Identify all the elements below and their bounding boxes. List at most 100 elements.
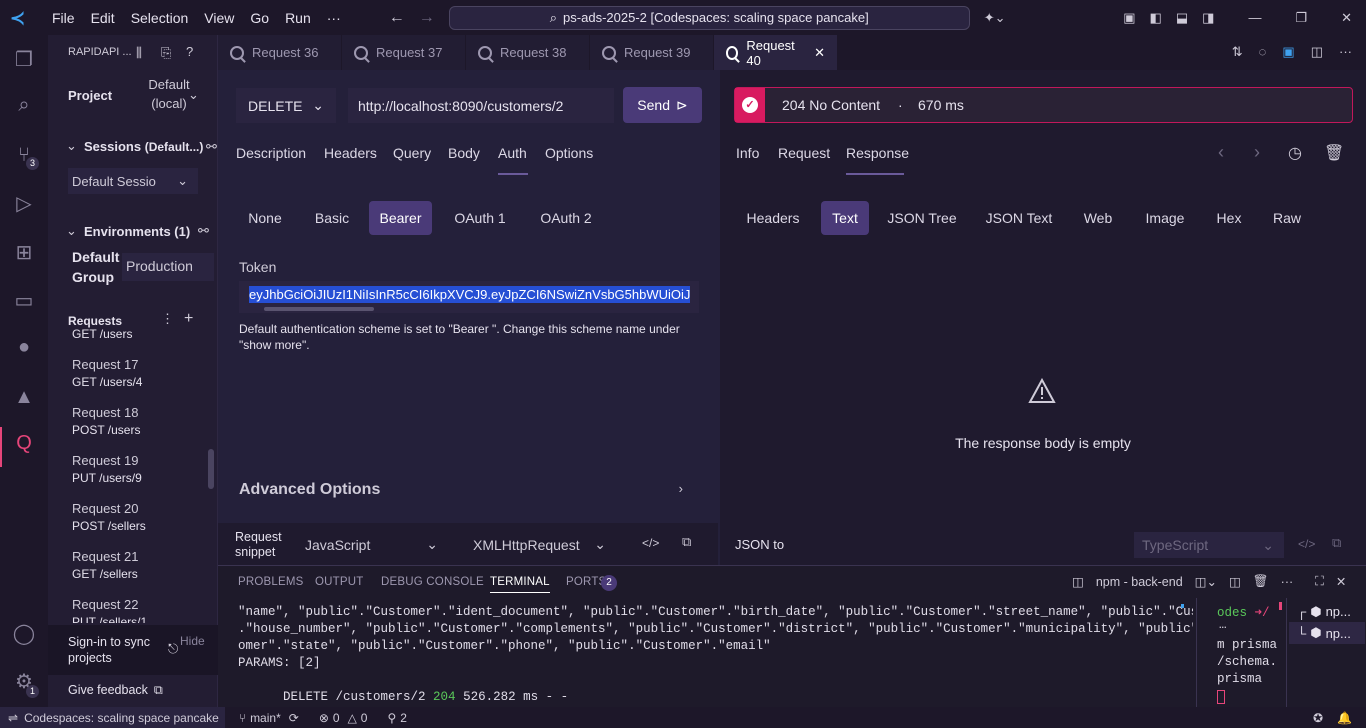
kill-terminal-icon[interactable]: 🗑 <box>1253 574 1269 589</box>
chevron-down-icon[interactable]: ⌄ <box>66 223 77 239</box>
method-select[interactable]: DELETE ⌄ <box>236 88 336 123</box>
view-json-tree[interactable]: JSON Tree <box>883 201 961 235</box>
split-editor-icon[interactable]: ◫ <box>1311 44 1323 60</box>
split-terminal-icon[interactable]: ◫⌄ <box>1195 574 1217 589</box>
close-panel-icon[interactable]: ✕ <box>1336 574 1346 589</box>
list-item[interactable]: Request 19 PUT /users/9 <box>72 453 142 485</box>
advanced-options-toggle[interactable]: Advanced Options › <box>239 481 689 505</box>
chevron-down-icon[interactable]: ⌄ <box>66 138 77 154</box>
view-hex[interactable]: Hex <box>1210 201 1248 235</box>
panel-tab-debug-console[interactable]: DEBUG CONSOLE <box>381 576 484 588</box>
view-json-text[interactable]: JSON Text <box>978 201 1060 235</box>
code-icon[interactable]: </> <box>1298 537 1315 551</box>
sort-icon[interactable]: ⇅ <box>1232 44 1243 60</box>
tab-body[interactable]: Body <box>448 145 480 161</box>
tab-headers[interactable]: Headers <box>324 145 377 161</box>
tab-description[interactable]: Description <box>236 145 306 161</box>
remote-explorer-icon[interactable]: ▭ <box>12 288 36 312</box>
terminal-output[interactable]: "name", "public"."Customer"."ident_docum… <box>238 604 1193 704</box>
tab-request-36[interactable]: Request 36 <box>218 35 342 70</box>
token-input[interactable]: eyJhbGciOiJIUzI1NiIsInR5cCI6IkpXVCJ9.eyJ… <box>239 281 699 313</box>
tab-request[interactable]: Request <box>778 145 830 161</box>
view-raw[interactable]: Raw <box>1266 201 1308 235</box>
view-image[interactable]: Image <box>1134 201 1196 235</box>
close-window-icon[interactable]: ✕ <box>1341 10 1352 26</box>
close-tab-icon[interactable]: ✕ <box>814 45 825 61</box>
explorer-icon[interactable]: ❐ <box>12 47 36 71</box>
add-request-icon[interactable]: + <box>184 310 193 328</box>
help-icon[interactable]: ? <box>186 44 193 59</box>
json-to-select[interactable]: TypeScript ⌄ <box>1134 532 1284 558</box>
env-select[interactable]: Production <box>122 253 214 281</box>
terminal-list-item[interactable]: └ ⬢ np... <box>1289 622 1365 644</box>
panel-tab-output[interactable]: OUTPUT <box>315 576 363 588</box>
rapidapi-icon[interactable]: Q <box>12 431 36 455</box>
search-icon[interactable]: ⌕ <box>12 93 36 117</box>
toggle-sidebar-icon[interactable]: ◧ <box>1150 10 1162 26</box>
split-preview-icon[interactable]: ▣ <box>1282 44 1294 60</box>
list-item[interactable]: Request 22 PUT /sellers/1 <box>72 597 147 623</box>
menu-go[interactable]: Go <box>242 10 277 26</box>
tab-request-38[interactable]: Request 38 <box>466 35 590 70</box>
token-scrollbar[interactable] <box>264 307 374 311</box>
back-arrow-icon[interactable]: ← <box>389 9 405 27</box>
auth-basic[interactable]: Basic <box>302 201 362 235</box>
terminal-name[interactable]: npm - back-end <box>1096 575 1183 589</box>
tab-info[interactable]: Info <box>736 145 759 161</box>
snippet-language-select[interactable]: JavaScript ⌄ <box>296 531 446 558</box>
copy-icon[interactable]: ⧉ <box>682 534 691 550</box>
chevron-left-icon[interactable]: ‹ <box>1218 142 1224 163</box>
menu-view[interactable]: View <box>196 10 242 26</box>
view-text[interactable]: Text <box>821 201 869 235</box>
history-icon[interactable]: ◷ <box>1288 143 1302 163</box>
more-actions-icon[interactable]: ··· <box>1339 44 1352 60</box>
signin-text[interactable]: Sign-in to sync projects <box>68 634 158 666</box>
view-headers[interactable]: Headers <box>738 201 808 235</box>
give-feedback-link[interactable]: Give feedback ⧉ <box>68 683 163 698</box>
branch-indicator[interactable]: ⑂ main* ⟳ <box>239 711 299 725</box>
list-item[interactable]: Request 20 POST /sellers <box>72 501 146 533</box>
trash-icon[interactable]: 🗑 <box>1324 143 1344 163</box>
chat-icon[interactable]: ◌ <box>1259 44 1267 60</box>
chevron-right-icon[interactable]: › <box>1254 142 1260 163</box>
more-icon[interactable]: ⋮ <box>161 311 174 327</box>
command-center-search[interactable]: ⌕ ps-ads-2025-2 [Codespaces: scaling spa… <box>448 5 970 30</box>
azure-icon[interactable]: ▲ <box>12 385 36 409</box>
github-icon[interactable]: ● <box>12 335 36 359</box>
environments-settings-icon[interactable]: ⚯ <box>198 223 209 239</box>
extensions-icon[interactable]: ⊞ <box>12 240 36 264</box>
library-icon[interactable]: ⫼ <box>136 45 142 61</box>
run-debug-icon[interactable]: ▷ <box>12 191 36 215</box>
list-item[interactable]: Request 18 POST /users <box>72 405 140 437</box>
copilot-status-icon[interactable]: ✪ <box>1313 711 1323 725</box>
panel-tab-problems[interactable]: PROBLEMS <box>238 576 304 588</box>
tab-request-40[interactable]: Request 40 ✕ <box>714 35 838 70</box>
toggle-secondary-sidebar-icon[interactable]: ◨ <box>1202 10 1214 26</box>
forward-arrow-icon[interactable]: → <box>419 9 435 27</box>
sessions-settings-icon[interactable]: ⚯ <box>206 139 217 155</box>
requests-scrollbar[interactable] <box>208 449 214 489</box>
snippet-library-select[interactable]: XMLHttpRequest ⌄ <box>464 531 614 558</box>
menu-file[interactable]: File <box>44 10 83 26</box>
copy-icon[interactable]: ⧉ <box>1332 535 1341 551</box>
more-actions-icon[interactable]: ··· <box>1281 575 1294 589</box>
minimize-icon[interactable]: — <box>1248 10 1261 25</box>
tab-request-37[interactable]: Request 37 <box>342 35 466 70</box>
menu-run[interactable]: Run <box>277 10 319 26</box>
copilot-icon[interactable]: ✦⌄ <box>984 10 1006 26</box>
auth-none[interactable]: None <box>236 201 294 235</box>
list-item[interactable]: Request 21 GET /sellers <box>72 549 139 581</box>
hide-button[interactable]: Hide <box>180 634 205 648</box>
send-button[interactable]: Send ⊳ <box>623 87 702 123</box>
tab-options[interactable]: Options <box>545 145 593 161</box>
toggle-panel-icon[interactable]: ⬓ <box>1176 10 1188 26</box>
restore-icon[interactable]: ❐ <box>1295 10 1307 26</box>
notifications-bell-icon[interactable]: 🔔 <box>1337 711 1352 725</box>
secondary-terminal[interactable]: odes ➜/ … m prisma /schema. prisma <box>1196 598 1284 708</box>
menu-more[interactable]: ··· <box>319 10 349 26</box>
code-icon[interactable]: </> <box>642 536 659 550</box>
menu-edit[interactable]: Edit <box>83 10 123 26</box>
session-select[interactable]: Default Sessio ⌄ <box>68 168 198 194</box>
remote-indicator[interactable]: ⇌ Codespaces: scaling space pancake <box>0 707 225 728</box>
ports-indicator[interactable]: ⚲ 2 <box>387 711 406 725</box>
